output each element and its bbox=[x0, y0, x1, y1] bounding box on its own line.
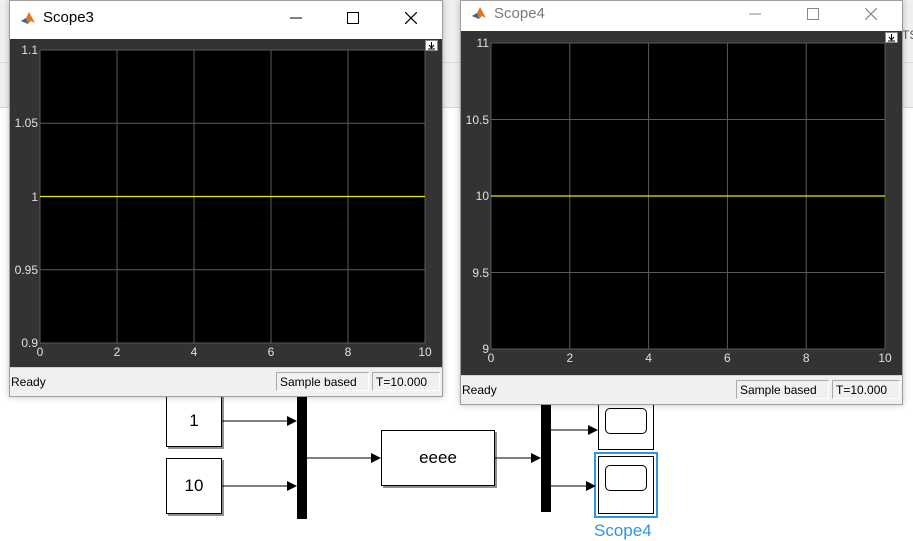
status-time: T=10.000 bbox=[832, 380, 900, 399]
close-icon bbox=[865, 8, 877, 20]
x-tick-label: 4 bbox=[645, 351, 652, 365]
scope3-titlebar[interactable]: Scope3 bbox=[10, 1, 442, 35]
y-tick-label: 1 bbox=[31, 189, 38, 204]
x-tick-label: 6 bbox=[724, 351, 731, 365]
status-time: T=10.000 bbox=[372, 372, 440, 391]
minimize-icon bbox=[749, 13, 761, 15]
maximize-icon bbox=[807, 8, 819, 20]
status-sample-mode: Sample based bbox=[736, 380, 829, 399]
scope3-statusbar: Ready Sample based T=10.000 bbox=[10, 367, 442, 396]
x-tick-label: 8 bbox=[802, 351, 810, 365]
y-tick-label: 0.95 bbox=[14, 262, 38, 277]
y-tick-label: 10 bbox=[475, 189, 489, 203]
close-button[interactable] bbox=[851, 0, 891, 29]
x-tick-label: 0 bbox=[36, 345, 44, 359]
scope4-autoscale-button[interactable] bbox=[885, 32, 898, 43]
x-tick-label: 10 bbox=[878, 351, 892, 365]
status-sample-mode: Sample based bbox=[276, 372, 369, 391]
x-tick-label: 10 bbox=[418, 345, 432, 359]
y-tick-label: 9.5 bbox=[472, 265, 489, 280]
x-tick-label: 2 bbox=[566, 351, 574, 365]
arrow-down-icon bbox=[428, 42, 435, 50]
scope4-window[interactable]: Scope4 11 10.5 10 9.5 9 0 2 4 6 8 10 Ready Sample … bbox=[460, 0, 903, 405]
y-tick-label: 10.5 bbox=[465, 112, 489, 127]
x-tick-label: 6 bbox=[267, 345, 275, 359]
maximize-icon bbox=[347, 12, 359, 24]
x-tick-label: 0 bbox=[487, 351, 495, 365]
y-tick-label: 11 bbox=[476, 36, 489, 50]
matlab-icon bbox=[20, 10, 36, 26]
scope3-display: 1.1 1.05 1 0.95 0.9 0 2 4 6 8 10 bbox=[10, 39, 442, 367]
close-button[interactable] bbox=[391, 3, 431, 33]
scope4-statusbar: Ready Sample based T=10.000 bbox=[461, 375, 902, 404]
matlab-icon bbox=[471, 5, 487, 21]
scope3-axes[interactable]: 1.1 1.05 1 0.95 0.9 0 2 4 6 8 10 bbox=[15, 43, 432, 359]
status-ready: Ready bbox=[462, 383, 497, 397]
maximize-button[interactable] bbox=[333, 3, 373, 33]
scope-plot bbox=[490, 42, 886, 350]
x-tick-label: 2 bbox=[113, 345, 121, 359]
scope3-autoscale-button[interactable] bbox=[425, 40, 438, 51]
y-tick-label: 1.05 bbox=[14, 116, 38, 131]
x-tick-label: 4 bbox=[190, 345, 198, 359]
maximize-button[interactable] bbox=[793, 0, 833, 29]
window-title: Scope3 bbox=[43, 9, 94, 26]
scope4-axes[interactable]: 11 10.5 10 9.5 9 0 2 4 6 8 10 bbox=[466, 36, 892, 365]
arrow-down-icon bbox=[888, 34, 895, 42]
scope4-titlebar[interactable]: Scope4 bbox=[461, 1, 902, 31]
window-title: Scope4 bbox=[494, 5, 545, 22]
status-ready: Ready bbox=[11, 375, 46, 389]
y-tick-label: 1.1 bbox=[21, 43, 38, 57]
x-tick-label: 8 bbox=[344, 345, 352, 359]
scope4-display: 11 10.5 10 9.5 9 0 2 4 6 8 10 bbox=[461, 31, 902, 375]
minimize-button[interactable] bbox=[276, 3, 316, 33]
close-icon bbox=[405, 12, 417, 24]
scope3-window[interactable]: Scope3 1.1 1.05 1 0.95 0.9 0 2 4 6 8 10 Ready Samp… bbox=[9, 0, 443, 397]
minimize-icon bbox=[290, 17, 302, 19]
minimize-button[interactable] bbox=[735, 0, 775, 29]
scope-plot bbox=[39, 49, 426, 344]
